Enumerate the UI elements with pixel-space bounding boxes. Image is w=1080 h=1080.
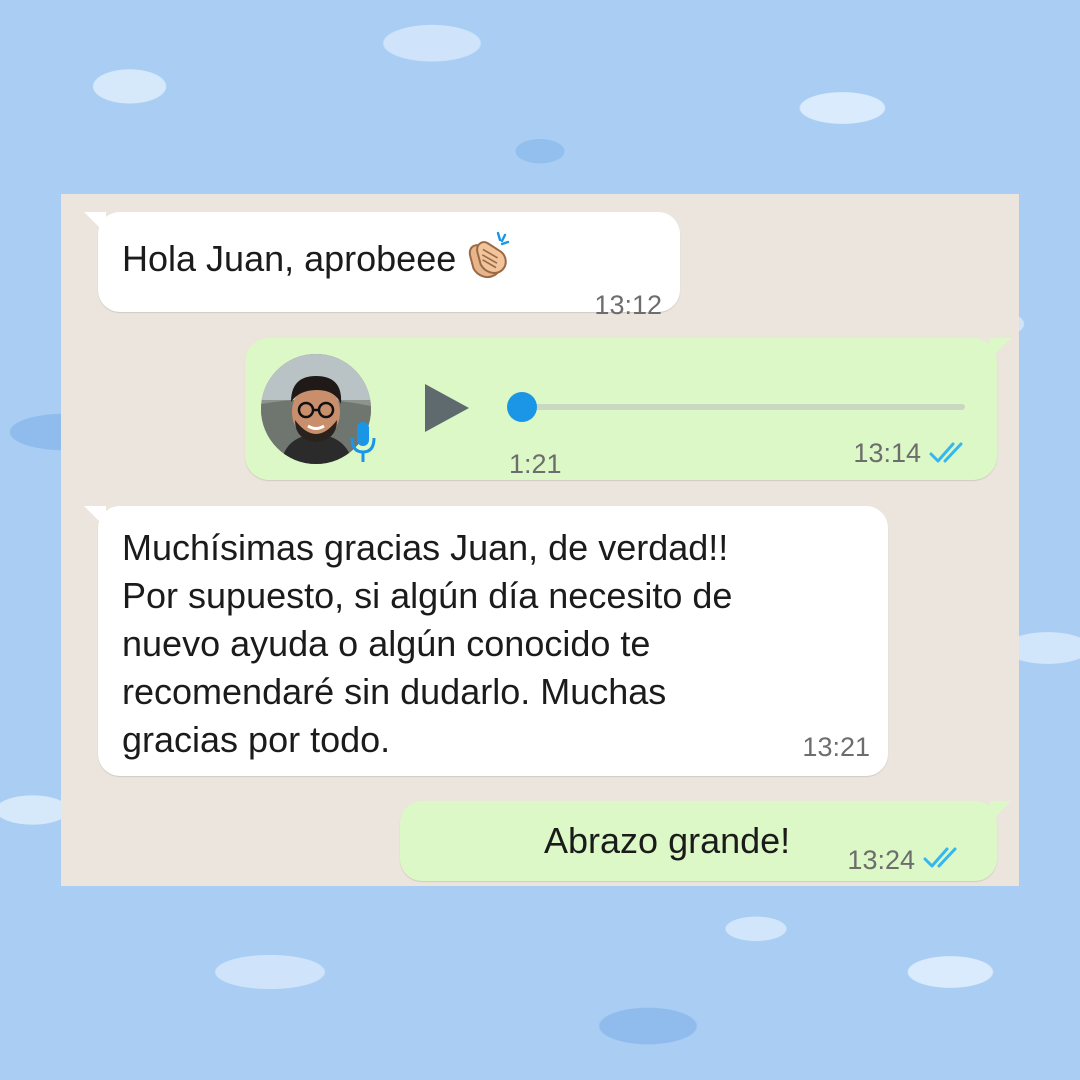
double-check-icon: [923, 847, 957, 868]
incoming-message-bubble[interactable]: Hola Juan, aprobeee 13:12: [84, 212, 680, 320]
message-line: gracias por todo.: [122, 719, 391, 760]
message-text: Muchísimas gracias Juan, de verdad!! Por…: [122, 524, 842, 764]
message-timestamp: 13:21: [802, 732, 870, 762]
message-line: Muchísimas gracias Juan, de verdad!!: [122, 527, 729, 568]
double-check-icon: [929, 442, 963, 463]
message-timestamp: 13:24: [847, 845, 915, 875]
incoming-message-bubble[interactable]: Muchísimas gracias Juan, de verdad!! Por…: [84, 506, 888, 776]
voice-message-bubble[interactable]: 1:21 13:14: [245, 338, 1011, 480]
clapping-hands-emoji-icon: [469, 231, 510, 279]
play-icon[interactable]: [423, 382, 471, 434]
voice-progress-track[interactable]: [523, 404, 965, 410]
microphone-icon: [350, 422, 376, 462]
message-timestamp: 13:14: [853, 438, 921, 468]
message-text: Abrazo grande!: [544, 820, 791, 861]
message-text: Hola Juan, aprobeee: [122, 229, 514, 285]
message-line: recomendaré sin dudarlo. Muchas: [122, 671, 667, 712]
message-timestamp: 13:12: [594, 290, 662, 320]
message-line: Por supuesto, si algún día necesito de: [122, 575, 733, 616]
message-line: nuevo ayuda o algún conocido te: [122, 623, 651, 664]
outgoing-message-bubble[interactable]: Abrazo grande! 13:24: [400, 801, 1011, 881]
voice-duration: 1:21: [509, 449, 562, 479]
voice-progress-handle[interactable]: [507, 392, 537, 422]
chat-window: Hola Juan, aprobeee 13:12 1:21 13:14 Muc…: [61, 194, 1019, 886]
message-text-content: Hola Juan, aprobeee: [122, 238, 457, 279]
